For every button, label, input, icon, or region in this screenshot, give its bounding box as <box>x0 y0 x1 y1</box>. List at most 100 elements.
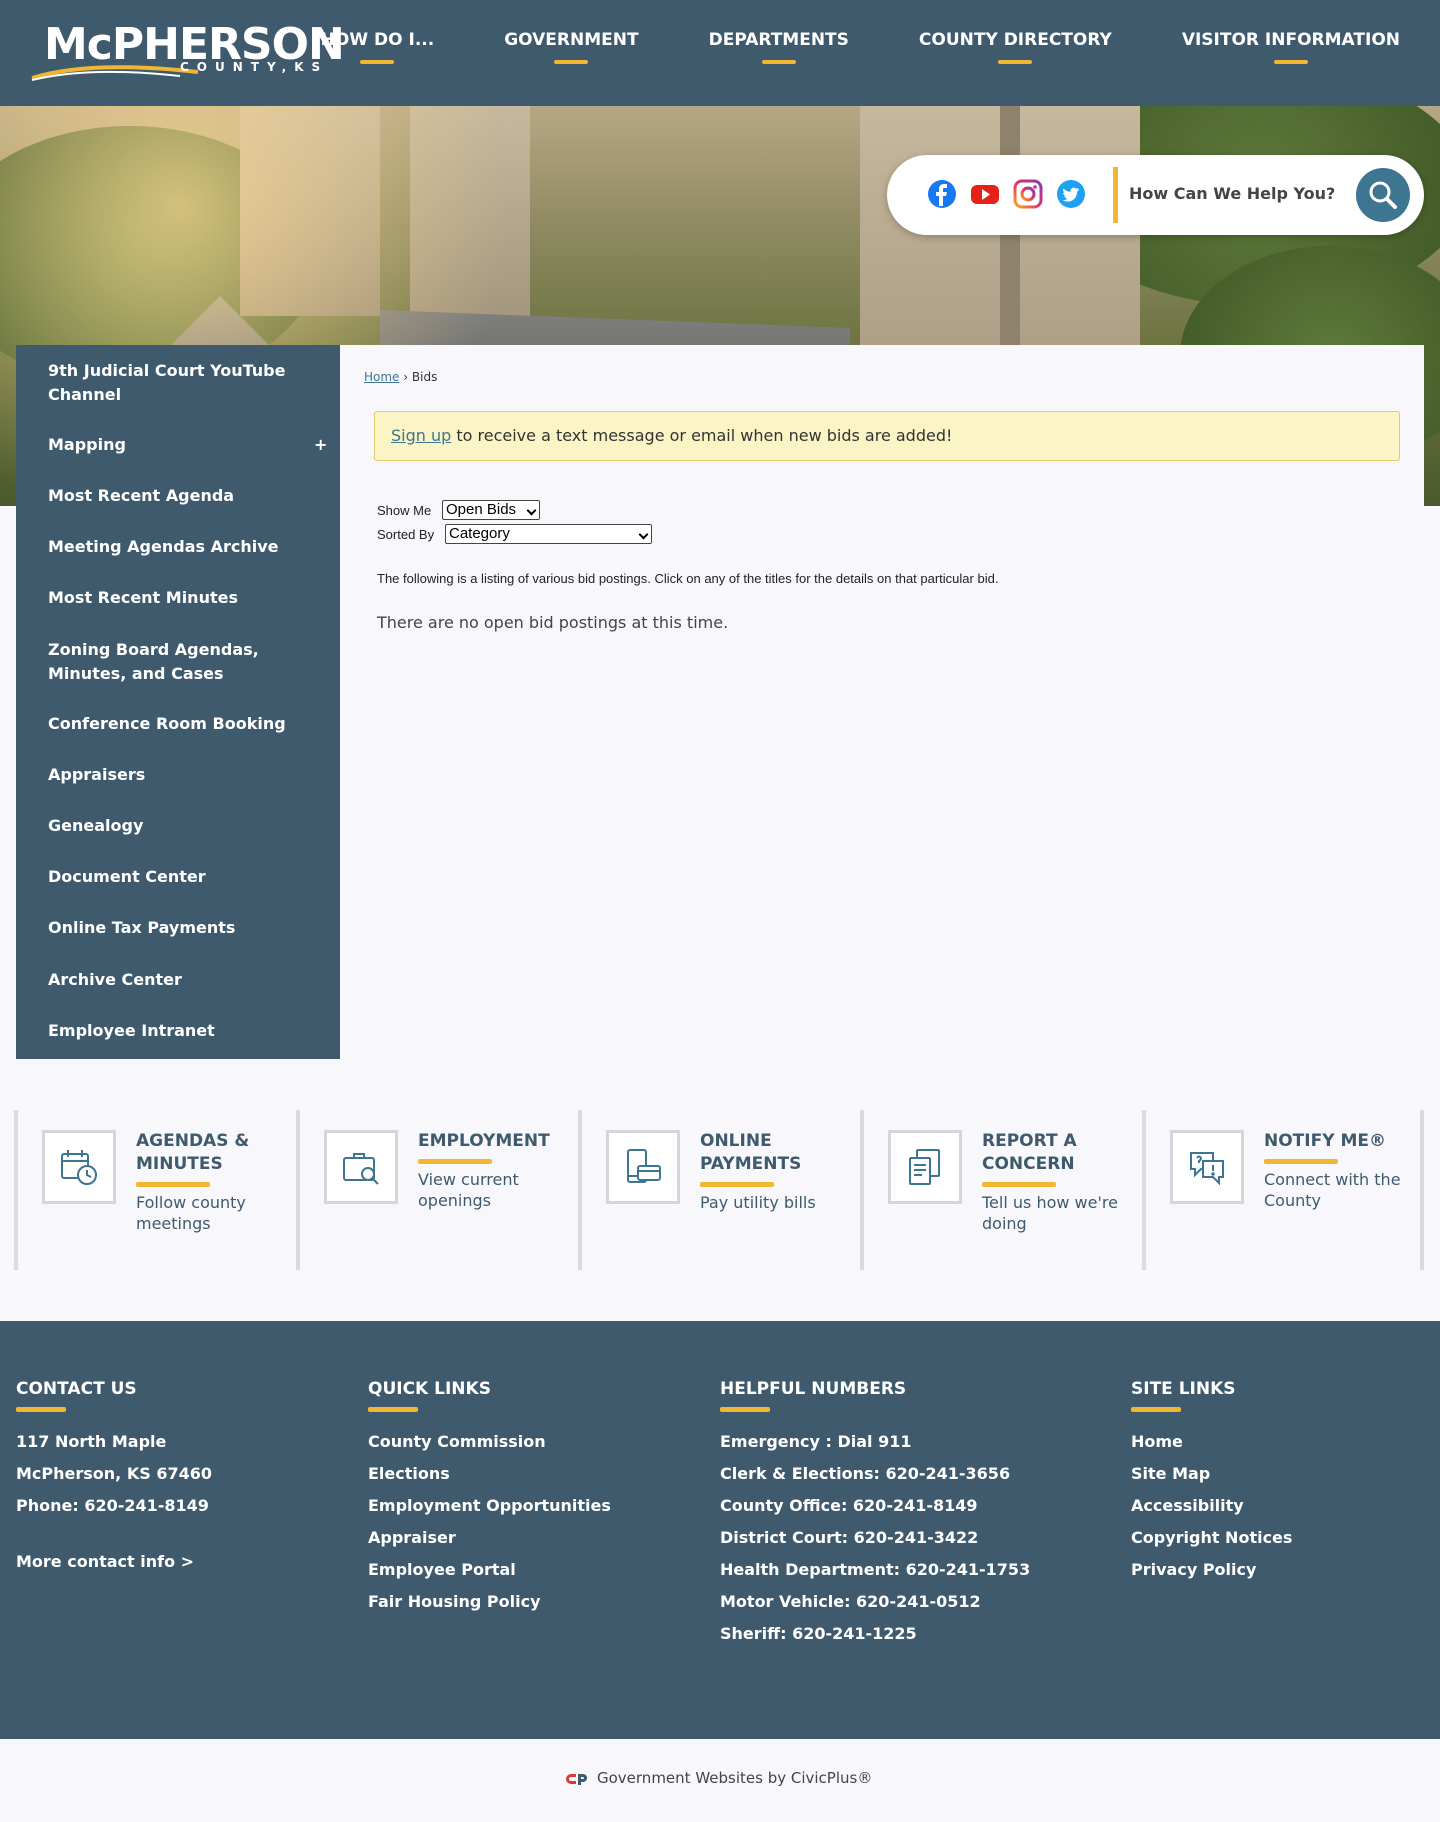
secondary-nav: 9th Judicial Court YouTube Channel Mappi… <box>16 345 340 1059</box>
utility-divider <box>1113 167 1118 223</box>
sorted-by-label: Sorted By <box>377 527 435 542</box>
contact-city: McPherson, KS 67460 <box>16 1464 212 1483</box>
site-footer: CONTACT US 117 North Maple McPherson, KS… <box>0 1321 1440 1739</box>
breadcrumb-separator: › <box>403 370 409 384</box>
quick-link-appraiser[interactable]: Appraiser <box>368 1522 611 1554</box>
sidebar-item-recent-minutes[interactable]: Most Recent Minutes <box>48 586 308 610</box>
expand-mapping-toggle[interactable]: + <box>314 435 327 454</box>
breadcrumb-current: Bids <box>411 370 438 384</box>
quick-link-elections[interactable]: Elections <box>368 1458 611 1490</box>
tile-agendas-minutes[interactable]: AGENDAS & MINUTES Follow county meetings <box>14 1110 296 1270</box>
sidebar-item-zoning-board[interactable]: Zoning Board Agendas, Minutes, and Cases <box>48 638 308 686</box>
footer-heading: QUICK LINKS <box>368 1379 491 1399</box>
tile-description: Tell us how we're doing <box>982 1193 1118 1233</box>
sidebar-item-recent-agenda[interactable]: Most Recent Agenda <box>48 484 308 508</box>
site-header: McPHERSON COUNTY,KS HOW DO I... GOVERNME… <box>0 0 1440 106</box>
tile-report-concern[interactable]: REPORT A CONCERN Tell us how we're doing <box>860 1110 1142 1270</box>
powered-by-text: Government Websites by CivicPlus® <box>597 1769 873 1787</box>
tile-title: AGENDAS & MINUTES <box>136 1131 250 1174</box>
breadcrumb-home-link[interactable]: Home <box>364 370 399 384</box>
youtube-icon[interactable] <box>970 179 1000 209</box>
instagram-icon[interactable] <box>1013 179 1043 209</box>
civicplus-logo-icon <box>566 1773 587 1785</box>
number-clerk[interactable]: Clerk & Elections: 620-241-3656 <box>720 1458 1030 1490</box>
site-link-accessibility[interactable]: Accessibility <box>1131 1490 1292 1522</box>
sidebar-item-youtube-channel[interactable]: 9th Judicial Court YouTube Channel <box>48 359 308 407</box>
empty-bids-message: There are no open bid postings at this t… <box>377 613 729 632</box>
sidebar-item-document-center[interactable]: Document Center <box>48 865 308 889</box>
search-button[interactable] <box>1356 168 1410 222</box>
civicplus-link[interactable]: Government Websites by CivicPlus® <box>565 1769 872 1787</box>
footer-site-links: SITE LINKS Home Site Map Accessibility C… <box>1131 1379 1292 1586</box>
facebook-icon[interactable] <box>927 179 957 209</box>
signup-link[interactable]: Sign up <box>391 426 451 445</box>
main-content: Home › Bids Sign up to receive a text me… <box>340 345 1424 1059</box>
tile-online-payments[interactable]: ONLINE PAYMENTS Pay utility bills <box>578 1110 860 1270</box>
powered-by-bar: Government Websites by CivicPlus® <box>0 1739 1440 1822</box>
search-icon <box>1369 181 1397 209</box>
number-county-office[interactable]: County Office: 620-241-8149 <box>720 1490 1030 1522</box>
alert-text: to receive a text message or email when … <box>451 426 953 445</box>
more-contact-link[interactable]: More contact info > <box>16 1546 212 1578</box>
tile-title: EMPLOYMENT <box>418 1131 550 1151</box>
footer-heading: HELPFUL NUMBERS <box>720 1379 907 1399</box>
number-sheriff[interactable]: Sheriff: 620-241-1225 <box>720 1618 1030 1650</box>
tile-description: Follow county meetings <box>136 1193 246 1233</box>
sidebar-item-appraisers[interactable]: Appraisers <box>48 763 308 787</box>
contact-phone: Phone: 620-241-8149 <box>16 1496 209 1515</box>
briefcase-search-icon <box>343 1153 379 1185</box>
listing-note: The following is a listing of various bi… <box>377 571 999 586</box>
sidebar-item-online-tax-payments[interactable]: Online Tax Payments <box>48 916 308 940</box>
site-link-privacy[interactable]: Privacy Policy <box>1131 1554 1292 1586</box>
search-input[interactable]: How Can We Help You? <box>1129 184 1335 203</box>
nav-county-directory[interactable]: COUNTY DIRECTORY <box>919 0 1112 64</box>
sidebar-item-employee-intranet[interactable]: Employee Intranet <box>48 1019 308 1043</box>
number-motor-vehicle[interactable]: Motor Vehicle: 620-241-0512 <box>720 1586 1030 1618</box>
site-link-site-map[interactable]: Site Map <box>1131 1458 1292 1490</box>
calendar-clock-icon <box>61 1150 97 1185</box>
sidebar-item-genealogy[interactable]: Genealogy <box>48 814 308 838</box>
nav-departments[interactable]: DEPARTMENTS <box>709 0 849 64</box>
footer-heading: CONTACT US <box>16 1379 137 1399</box>
tile-description: Connect with the County <box>1264 1170 1401 1210</box>
number-health-department[interactable]: Health Department: 620-241-1753 <box>720 1554 1030 1586</box>
tile-title: REPORT A CONCERN <box>982 1131 1077 1174</box>
tile-title: ONLINE PAYMENTS <box>700 1131 802 1174</box>
tile-description: View current openings <box>418 1170 519 1210</box>
number-district-court[interactable]: District Court: 620-241-3422 <box>720 1522 1030 1554</box>
signup-alert: Sign up to receive a text message or ema… <box>374 411 1400 461</box>
sidebar-item-archive-center[interactable]: Archive Center <box>48 968 308 992</box>
chat-alert-icon <box>1190 1152 1224 1186</box>
sorted-by-select[interactable]: Category <box>445 524 652 544</box>
sidebar-item-agendas-archive[interactable]: Meeting Agendas Archive <box>48 535 308 559</box>
nav-visitor-information[interactable]: VISITOR INFORMATION <box>1182 0 1400 64</box>
twitter-icon[interactable] <box>1056 179 1086 209</box>
main-nav: HOW DO I... GOVERNMENT DEPARTMENTS COUNT… <box>251 0 1400 106</box>
number-emergency[interactable]: Emergency : Dial 911 <box>720 1426 1030 1458</box>
sidebar-item-mapping[interactable]: Mapping <box>48 433 308 457</box>
show-me-select[interactable]: Open Bids <box>442 500 540 520</box>
quick-link-employment[interactable]: Employment Opportunities <box>368 1490 611 1522</box>
sidebar-item-conference-room[interactable]: Conference Room Booking <box>48 712 308 736</box>
footer-quick-links: QUICK LINKS County Commission Elections … <box>368 1379 611 1618</box>
payment-device-icon <box>627 1149 661 1183</box>
footer-helpful-numbers: HELPFUL NUMBERS Emergency : Dial 911 Cle… <box>720 1379 1030 1650</box>
utility-bar: How Can We Help You? <box>887 155 1424 235</box>
document-report-icon <box>909 1149 940 1185</box>
nav-how-do-i[interactable]: HOW DO I... <box>321 0 435 64</box>
contact-address: 117 North Maple <box>16 1432 167 1451</box>
site-link-home[interactable]: Home <box>1131 1426 1292 1458</box>
tile-notify-me[interactable]: NOTIFY ME® Connect with the County <box>1142 1110 1424 1270</box>
tile-title: NOTIFY ME® <box>1264 1131 1386 1151</box>
footer-contact: CONTACT US 117 North Maple McPherson, KS… <box>16 1379 212 1578</box>
show-me-label: Show Me <box>377 503 432 518</box>
site-link-copyright[interactable]: Copyright Notices <box>1131 1522 1292 1554</box>
tile-employment[interactable]: EMPLOYMENT View current openings <box>296 1110 578 1270</box>
quick-link-county-commission[interactable]: County Commission <box>368 1426 611 1458</box>
quick-link-employee-portal[interactable]: Employee Portal <box>368 1554 611 1586</box>
breadcrumb: Home › Bids <box>364 370 437 384</box>
nav-government[interactable]: GOVERNMENT <box>504 0 638 64</box>
footer-heading: SITE LINKS <box>1131 1379 1236 1399</box>
quick-link-fair-housing[interactable]: Fair Housing Policy <box>368 1586 611 1618</box>
tile-description: Pay utility bills <box>700 1193 816 1212</box>
